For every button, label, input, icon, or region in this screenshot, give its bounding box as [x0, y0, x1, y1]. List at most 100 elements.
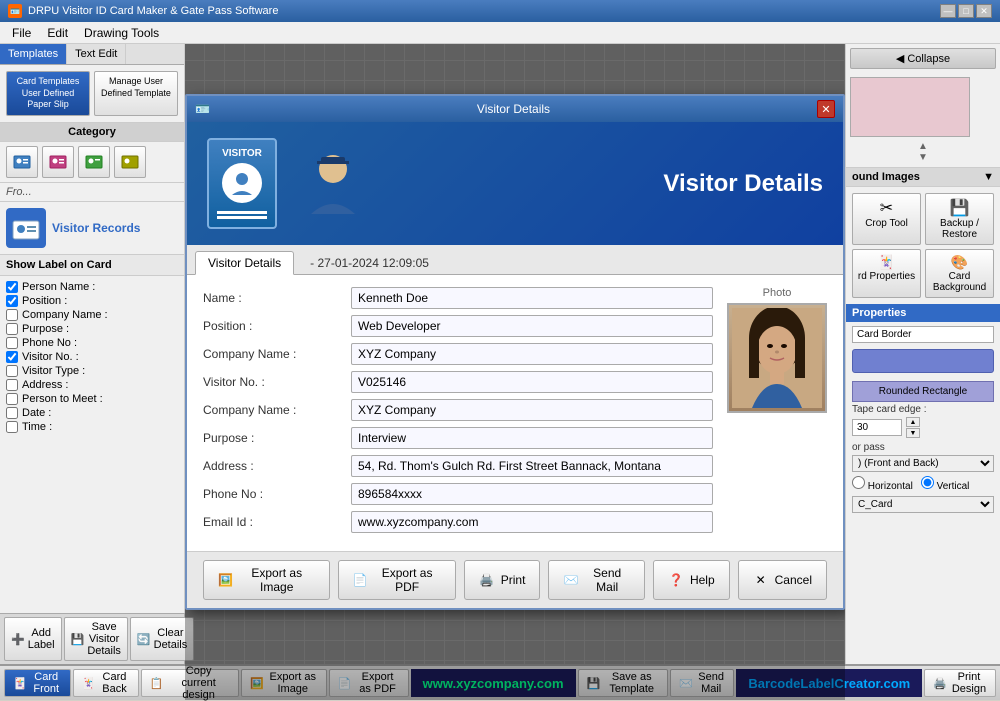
cat-icon-4[interactable] [114, 146, 146, 178]
help-icon: ❓ [668, 572, 684, 588]
cb-date-input[interactable] [6, 407, 18, 419]
cb-visitor-type: Visitor Type : [6, 364, 178, 378]
cb-visitor-no-input[interactable] [6, 351, 18, 363]
cb-time: Time : [6, 420, 178, 434]
cb-visitor-type-input[interactable] [6, 365, 18, 377]
export-pdf-button[interactable]: 📄 Export as PDF [338, 560, 456, 600]
tape-edge-input[interactable] [852, 419, 902, 436]
vertical-radio[interactable] [921, 476, 934, 489]
cancel-icon: ✕ [753, 572, 769, 588]
input-phone[interactable] [351, 483, 713, 505]
label-visitor-no: Visitor No. : [203, 375, 343, 389]
card-back-button[interactable]: 🃏 Card Back [73, 669, 139, 697]
preview-area: ▲ ▼ [846, 73, 1000, 167]
badge-stripe [217, 211, 267, 214]
modal-header: VISITOR [187, 122, 843, 245]
cancel-label: Cancel [775, 573, 812, 587]
modal-close-button[interactable]: ✕ [817, 100, 835, 118]
card-border-input[interactable] [852, 326, 994, 343]
cb-person-name-input[interactable] [6, 281, 18, 293]
modal-datetime: - 27-01-2024 12:09:05 [306, 251, 433, 274]
export-image-label: Export as Image [239, 566, 315, 594]
input-visitor-no[interactable] [351, 371, 713, 393]
visitor-badge: VISITOR [207, 138, 277, 229]
cb-time-label: Time : [22, 421, 52, 433]
cat-icon-2[interactable] [42, 146, 74, 178]
close-window-button[interactable]: ✕ [976, 4, 992, 18]
scroll-down-arrow[interactable]: ▼ [850, 152, 996, 163]
save-visitor-button[interactable]: 💾 Save Visitor Details [64, 617, 128, 661]
menu-edit[interactable]: Edit [39, 24, 76, 42]
help-button[interactable]: ❓ Help [653, 560, 730, 600]
input-address[interactable] [351, 455, 713, 477]
input-purpose[interactable] [351, 427, 713, 449]
print-button[interactable]: 🖨️ Print [464, 560, 541, 600]
tab-templates[interactable]: Templates [0, 44, 67, 64]
input-name[interactable] [351, 287, 713, 309]
tape-edge-down[interactable]: ▼ [906, 428, 920, 438]
category-icons [0, 142, 184, 183]
crop-tool-button[interactable]: ✂ Crop Tool [852, 193, 921, 245]
input-email[interactable] [351, 511, 713, 533]
cb-address-input[interactable] [6, 379, 18, 391]
bg-images-label: ound Images [852, 171, 920, 183]
clear-details-text: Clear Details [154, 627, 188, 651]
collapse-button[interactable]: ◀ Collapse [850, 48, 996, 69]
modal-header-title: Visitor Details [389, 170, 823, 198]
add-label-bar: ➕ Add Label 💾 Save Visitor Details 🔄 Cle… [0, 613, 185, 664]
label-address: Address : [203, 459, 343, 473]
card-props-row: 🃏 rd Properties 🎨 Card Background [852, 249, 994, 298]
card-background-label: Card Background [928, 271, 991, 293]
horizontal-radio[interactable] [852, 476, 865, 489]
bg-images-collapse-icon[interactable]: ▼ [983, 171, 994, 183]
front-back-select[interactable]: ) (Front and Back) Front Only Back Only [852, 455, 994, 472]
save-visitor-text: Save Visitor Details [87, 621, 121, 657]
input-position[interactable] [351, 315, 713, 337]
visitor-records-section[interactable]: Visitor Records [0, 202, 184, 255]
print-label: Print [501, 573, 526, 587]
menu-drawing-tools[interactable]: Drawing Tools [76, 24, 167, 42]
card-properties-button[interactable]: 🃏 rd Properties [852, 249, 921, 298]
color-swatch[interactable] [852, 349, 994, 373]
orientation-item: Horizontal Vertical [852, 476, 994, 492]
c-card-select[interactable]: C_Card [852, 496, 994, 513]
card-background-button[interactable]: 🎨 Card Background [925, 249, 994, 298]
cb-position-label: Position : [22, 295, 67, 307]
modal-icon: 🪪 [195, 102, 210, 116]
cb-person-name: Person Name : [6, 280, 178, 294]
menu-bar: File Edit Drawing Tools [0, 22, 1000, 44]
cb-person-to-meet-input[interactable] [6, 393, 18, 405]
card-front-button[interactable]: 🃏 Card Front [4, 669, 71, 697]
backup-restore-button[interactable]: 💾 Backup / Restore [925, 193, 994, 245]
export-image-button[interactable]: 🖼️ Export as Image [203, 560, 330, 600]
tape-edge-label: Tape card edge : [852, 404, 994, 415]
add-label-button[interactable]: ➕ Add Label [4, 617, 62, 661]
modal-tab-visitor-details[interactable]: Visitor Details [195, 251, 294, 275]
tape-edge-up[interactable]: ▲ [906, 417, 920, 427]
input-company-name-2[interactable] [351, 399, 713, 421]
cancel-button[interactable]: ✕ Cancel [738, 560, 827, 600]
card-templates-btn[interactable]: Card TemplatesUser DefinedPaper Slip [6, 71, 90, 116]
maximize-button[interactable]: □ [958, 4, 974, 18]
cb-time-input[interactable] [6, 421, 18, 433]
field-visitor-no: Visitor No. : [203, 371, 713, 393]
cat-icon-1[interactable] [6, 146, 38, 178]
manage-template-btn[interactable]: Manage User Defined Template [94, 71, 178, 116]
vertical-label: Vertical [921, 476, 970, 492]
cb-visitor-type-label: Visitor Type : [22, 365, 85, 377]
scroll-up-arrow[interactable]: ▲ [850, 141, 996, 152]
send-mail-button[interactable]: ✉️ Send Mail [548, 560, 645, 600]
minimize-button[interactable]: — [940, 4, 956, 18]
cb-company-name-input[interactable] [6, 309, 18, 321]
input-company-name-1[interactable] [351, 343, 713, 365]
cb-position-input[interactable] [6, 295, 18, 307]
cb-phone-no-input[interactable] [6, 337, 18, 349]
cat-icon-3[interactable] [78, 146, 110, 178]
card-back-label: Card Back [99, 671, 129, 695]
rounded-rectangle-button[interactable]: Rounded Rectangle [852, 381, 994, 402]
menu-file[interactable]: File [4, 24, 39, 42]
tab-text-edit[interactable]: Text Edit [67, 44, 126, 64]
print-design-button[interactable]: 🖨️ Print Design [924, 669, 996, 697]
cb-purpose-input[interactable] [6, 323, 18, 335]
send-mail-icon: ✉️ [563, 572, 578, 588]
